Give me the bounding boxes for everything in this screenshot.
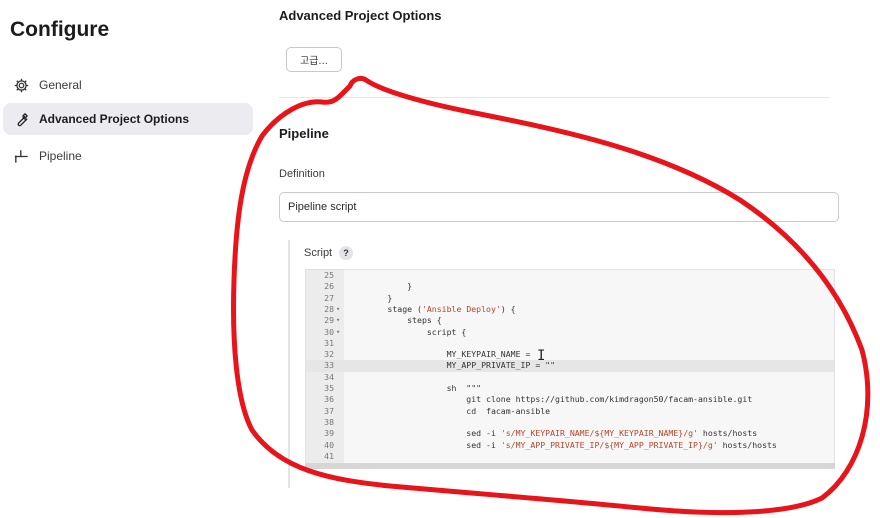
code-text: } <box>348 292 393 303</box>
code-line[interactable]: 27 } <box>306 292 834 304</box>
line-number: 29 <box>324 315 334 326</box>
advanced-section-title: Advanced Project Options <box>279 8 442 23</box>
line-number: 28 <box>324 303 334 314</box>
code-line[interactable]: 34 <box>306 371 834 383</box>
sidebar-item-label: Advanced Project Options <box>39 112 190 126</box>
code-line[interactable]: 35 sh """ <box>306 383 834 394</box>
advanced-button[interactable]: 고급... <box>286 47 342 72</box>
gear-icon <box>11 75 31 95</box>
script-editor[interactable]: 25 26 } 27 } 28 ▾ stage ('Ansible Deploy') … <box>305 269 835 469</box>
editor-horizontal-scrollbar[interactable] <box>305 463 835 469</box>
line-number: 25 <box>324 270 334 280</box>
line-number: 33 <box>324 360 334 371</box>
line-number: 41 <box>324 450 334 461</box>
script-label: Script <box>304 247 333 259</box>
code-line[interactable]: 28 ▾ stage ('Ansible Deploy') { <box>306 303 834 315</box>
line-number: 26 <box>324 281 334 292</box>
code-text: cd facam-ansible <box>348 405 551 416</box>
line-number: 37 <box>324 405 334 416</box>
line-number: 30 <box>324 326 334 337</box>
line-number: 31 <box>324 337 334 348</box>
code-text: sed -i 's/MY_KEYPAIR_NAME/${MY_KEYPAIR_N… <box>348 428 758 439</box>
sidebar-item-label: Pipeline <box>39 149 82 163</box>
definition-label: Definition <box>279 168 325 180</box>
code-text: sed -i 's/MY_APP_PRIVATE_IP/${MY_APP_PRI… <box>348 439 777 450</box>
code-line[interactable]: 33 MY_APP_PRIVATE_IP = "" <box>306 360 834 372</box>
code-line[interactable]: 32 MY_KEYPAIR_NAME = <box>306 349 834 360</box>
code-text: git clone https://github.com/kimdragon50… <box>348 394 753 405</box>
line-number: 35 <box>324 383 334 393</box>
wrench-icon <box>11 109 31 129</box>
code-text: stage ('Ansible Deploy') { <box>348 303 516 314</box>
code-text: MY_KEYPAIR_NAME = <box>348 349 536 360</box>
code-text: MY_APP_PRIVATE_IP = "" <box>348 360 556 371</box>
sidebar-item-advanced-project-options[interactable]: Advanced Project Options <box>3 103 253 135</box>
sidebar-item-pipeline[interactable]: Pipeline <box>3 140 253 172</box>
fold-toggle-icon[interactable]: ▾ <box>336 327 340 338</box>
pipeline-icon <box>11 146 31 166</box>
code-line[interactable]: 39 sed -i 's/MY_KEYPAIR_NAME/${MY_KEYPAI… <box>306 428 834 439</box>
text-cursor-icon: I <box>537 348 546 364</box>
code-text: steps { <box>348 315 442 326</box>
line-number: 39 <box>324 428 334 439</box>
line-number: 34 <box>324 371 334 382</box>
line-number: 40 <box>324 439 334 450</box>
code-line[interactable]: 30 ▾ script { <box>306 326 834 338</box>
sidebar-item-general[interactable]: General <box>3 69 253 101</box>
line-number: 36 <box>324 394 334 405</box>
pipeline-section-title: Pipeline <box>279 126 329 141</box>
help-icon[interactable]: ? <box>339 246 353 260</box>
code-line[interactable]: 26 } <box>306 281 834 292</box>
page-title: Configure <box>10 18 110 41</box>
sidebar-item-label: General <box>39 78 82 92</box>
code-text: } <box>348 281 413 292</box>
code-line[interactable]: 31 <box>306 337 834 349</box>
code-line[interactable]: 40 sed -i 's/MY_APP_PRIVATE_IP/${MY_APP_… <box>306 439 834 451</box>
section-divider <box>279 97 830 98</box>
code-line[interactable]: 36 git clone https://github.com/kimdrago… <box>306 394 834 405</box>
code-text: script { <box>348 326 467 337</box>
code-line[interactable]: 29 ▾ steps { <box>306 315 834 326</box>
sidebar: Configure General Advanced Project Optio… <box>0 0 262 518</box>
line-number: 38 <box>324 416 334 427</box>
definition-select[interactable]: Pipeline script <box>279 192 839 222</box>
code-line[interactable]: 38 <box>306 416 834 428</box>
line-number: 27 <box>324 292 334 303</box>
fold-toggle-icon[interactable]: ▾ <box>336 315 340 326</box>
code-line[interactable]: 37 cd facam-ansible <box>306 405 834 417</box>
line-number: 32 <box>324 349 334 360</box>
code-line[interactable]: 41 <box>306 450 834 462</box>
fold-toggle-icon[interactable]: ▾ <box>336 304 340 315</box>
code-line[interactable]: 25 <box>306 270 834 281</box>
code-text: sh """ <box>348 383 482 393</box>
